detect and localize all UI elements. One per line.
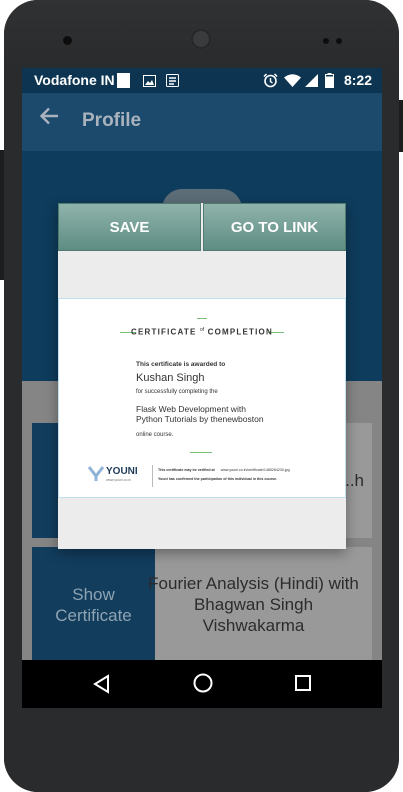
- front-camera: [63, 36, 72, 45]
- navigation-bar: [22, 660, 382, 708]
- phone-chin: [4, 708, 399, 792]
- brand-name: YOUNI: [106, 466, 138, 477]
- course-line-1: Flask Web Development with: [136, 404, 246, 414]
- list-item[interactable]: Show Certificate Fourier Analysis (Hindi…: [32, 547, 372, 662]
- certificate-dialog: SAVE GO TO LINK CERTIFICATE of COMPLETIO…: [58, 203, 346, 549]
- image-notification-icon: [143, 74, 156, 90]
- online-course-text: online course.: [136, 432, 174, 438]
- carrier-name: Vodafone IN: [34, 72, 115, 88]
- proximity-sensor: [323, 38, 329, 44]
- recipient-name: Kushan Singh: [136, 372, 205, 384]
- youni-logo-icon: [88, 466, 104, 481]
- heading-certificate: CERTIFICATE: [131, 327, 197, 337]
- heading-completion: COMPLETION: [207, 327, 273, 337]
- brand-url: www.youni.co.in: [106, 478, 132, 482]
- go-to-link-button[interactable]: GO TO LINK: [203, 203, 346, 251]
- alarm-icon: [263, 73, 278, 91]
- app-bar: Profile: [22, 93, 382, 151]
- certificate-heading: CERTIFICATE of COMPLETION: [58, 327, 346, 337]
- leaf-ornament-icon: [197, 318, 207, 325]
- confirm-text: Youni has confirmed the participation of…: [158, 477, 278, 481]
- awarded-text: This certificate is awarded to: [136, 361, 226, 368]
- calendar-notification-icon: [166, 74, 179, 90]
- wifi-icon: [284, 74, 301, 90]
- certificate-image: CERTIFICATE of COMPLETION This certifica…: [58, 298, 346, 498]
- dialog-button-row: SAVE GO TO LINK: [58, 203, 346, 251]
- clock: 8:22: [343, 72, 372, 88]
- verify-label: This certificate may be verified at: [158, 468, 215, 472]
- battery-icon: [325, 73, 334, 91]
- course-title: Fourier Analysis (Hindi) with Bhagwan Si…: [148, 574, 359, 635]
- screen: Vodafone IN 8:22 Profile Show C: [22, 68, 382, 708]
- course-line-2: Python Tutorials by thenewboston: [136, 414, 264, 424]
- logo-divider: [152, 465, 153, 487]
- page-title: Profile: [82, 110, 142, 131]
- signal-icon: [305, 74, 318, 90]
- sim-icon: [117, 73, 130, 88]
- verify-text: This certificate may be verified at www.…: [158, 468, 343, 472]
- earpiece-speaker: [191, 29, 211, 49]
- completing-text: for successfully completing the: [136, 389, 218, 395]
- light-sensor: [336, 38, 342, 44]
- home-nav-icon[interactable]: [192, 672, 214, 699]
- youni-logo: YOUNI www.youni.co.in: [88, 465, 144, 487]
- heading-of: of: [199, 327, 205, 333]
- volume-button: [399, 100, 403, 152]
- arrow-back-icon[interactable]: [38, 105, 60, 134]
- status-bar: Vodafone IN 8:22: [22, 68, 382, 93]
- divider-ornament: [190, 452, 212, 453]
- back-nav-icon[interactable]: [92, 674, 112, 699]
- save-button[interactable]: SAVE: [58, 203, 201, 251]
- recents-nav-icon[interactable]: [294, 674, 312, 697]
- verify-url: www.youni.co.in/certificate/1485264230.j…: [220, 468, 290, 472]
